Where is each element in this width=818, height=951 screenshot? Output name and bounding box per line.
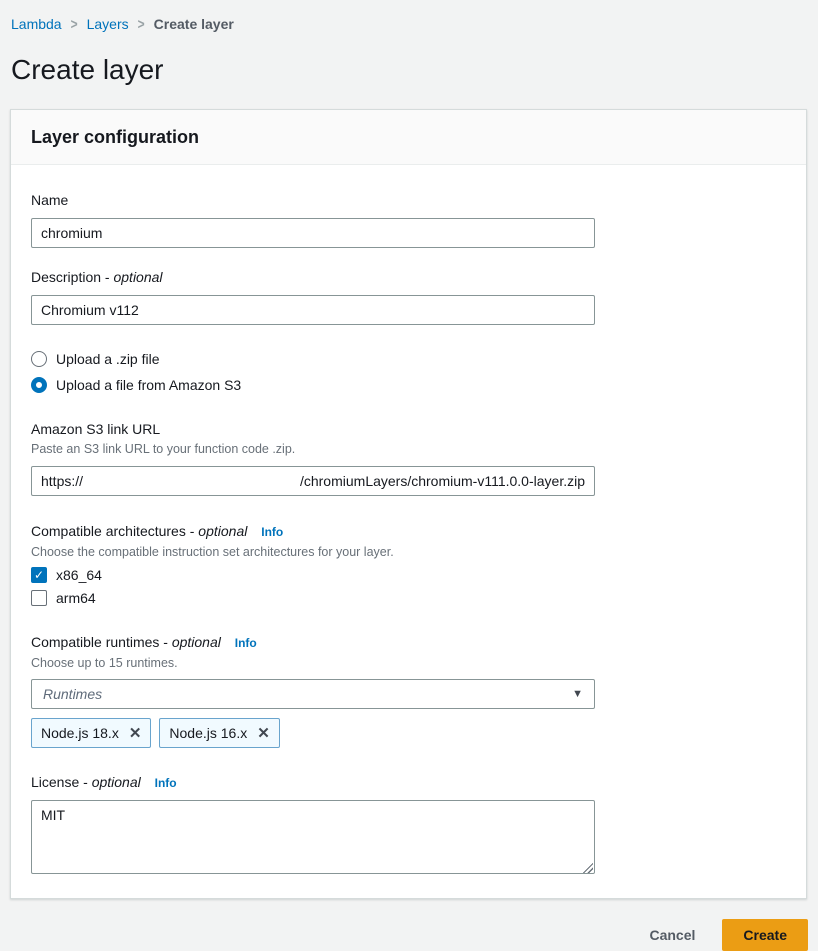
layer-configuration-panel: Layer configuration Name Description - o… bbox=[10, 109, 807, 899]
name-field: Name bbox=[31, 191, 786, 248]
breadcrumb-link-layers[interactable]: Layers bbox=[87, 16, 129, 32]
checkbox-option-x86-64[interactable]: ✓ x86_64 bbox=[31, 567, 786, 583]
license-optional-text: optional bbox=[92, 774, 141, 790]
runtimes-label: Compatible runtimes - optional Info bbox=[31, 633, 786, 652]
s3-url-suffix: /chromiumLayers/chromium-v111.0.0-layer.… bbox=[300, 473, 585, 489]
token-label: Node.js 18.x bbox=[41, 725, 119, 741]
breadcrumb: Lambda > Layers > Create layer bbox=[0, 0, 818, 32]
license-field: License - optional Info MIT bbox=[31, 773, 786, 877]
s3-url-help-text: Paste an S3 link URL to your function co… bbox=[31, 441, 786, 457]
resize-handle-icon[interactable] bbox=[583, 863, 593, 873]
architectures-field: Compatible architectures - optional Info… bbox=[31, 522, 786, 606]
runtimes-field: Compatible runtimes - optional Info Choo… bbox=[31, 633, 786, 748]
breadcrumb-link-lambda[interactable]: Lambda bbox=[11, 16, 62, 32]
page-title: Create layer bbox=[11, 53, 818, 87]
breadcrumb-separator-icon: > bbox=[71, 16, 78, 33]
s3-url-input[interactable]: https:// /chromiumLayers/chromium-v111.0… bbox=[31, 466, 595, 496]
token-label: Node.js 16.x bbox=[169, 725, 247, 741]
cancel-button[interactable]: Cancel bbox=[649, 927, 695, 943]
chevron-down-icon: ▼ bbox=[572, 688, 583, 700]
name-label: Name bbox=[31, 191, 786, 209]
s3-url-label: Amazon S3 link URL bbox=[31, 420, 786, 438]
description-label-text: Description - bbox=[31, 269, 110, 285]
checkbox-unchecked-icon[interactable] bbox=[31, 590, 47, 606]
breadcrumb-current: Create layer bbox=[154, 16, 234, 32]
token-remove-icon[interactable]: ✕ bbox=[257, 726, 270, 741]
license-textarea-wrap: MIT bbox=[31, 800, 595, 877]
runtimes-label-text: Compatible runtimes - bbox=[31, 634, 168, 650]
checkbox-option-label[interactable]: arm64 bbox=[56, 590, 96, 606]
radio-button-icon[interactable] bbox=[31, 351, 47, 367]
radio-option-upload-zip[interactable]: Upload a .zip file bbox=[31, 351, 786, 367]
description-label: Description - optional bbox=[31, 268, 786, 286]
architectures-label: Compatible architectures - optional Info bbox=[31, 522, 786, 541]
panel-body: Name Description - optional Upload a .zi… bbox=[11, 165, 806, 898]
panel-title: Layer configuration bbox=[31, 127, 786, 148]
license-label-text: License - bbox=[31, 774, 88, 790]
s3-url-prefix: https:// bbox=[41, 473, 83, 489]
runtimes-optional-text: optional bbox=[172, 634, 221, 650]
token-remove-icon[interactable]: ✕ bbox=[129, 726, 142, 741]
checkbox-checked-icon[interactable]: ✓ bbox=[31, 567, 47, 583]
architectures-label-text: Compatible architectures - bbox=[31, 523, 194, 539]
runtimes-help-text: Choose up to 15 runtimes. bbox=[31, 655, 786, 671]
architectures-help-text: Choose the compatible instruction set ar… bbox=[31, 544, 786, 560]
description-input[interactable] bbox=[31, 295, 595, 325]
create-button[interactable]: Create bbox=[722, 919, 808, 951]
upload-source-radio-group: Upload a .zip file Upload a file from Am… bbox=[31, 351, 786, 393]
form-actions: Cancel Create bbox=[10, 919, 808, 951]
description-field: Description - optional bbox=[31, 268, 786, 325]
license-label: License - optional Info bbox=[31, 773, 786, 792]
checkbox-option-arm64[interactable]: arm64 bbox=[31, 590, 786, 606]
radio-option-upload-s3[interactable]: Upload a file from Amazon S3 bbox=[31, 377, 786, 393]
runtimes-token-list: Node.js 18.x ✕ Node.js 16.x ✕ bbox=[31, 718, 786, 748]
runtimes-info-link[interactable]: Info bbox=[235, 636, 257, 650]
breadcrumb-separator-icon: > bbox=[138, 16, 145, 33]
s3-url-field: Amazon S3 link URL Paste an S3 link URL … bbox=[31, 420, 786, 496]
license-textarea[interactable]: MIT bbox=[31, 800, 595, 874]
checkbox-option-label[interactable]: x86_64 bbox=[56, 567, 102, 583]
architectures-checkbox-group: ✓ x86_64 arm64 bbox=[31, 567, 786, 606]
runtime-token-nodejs-16: Node.js 16.x ✕ bbox=[159, 718, 279, 748]
panel-header: Layer configuration bbox=[11, 110, 806, 165]
radio-button-selected-icon[interactable] bbox=[31, 377, 47, 393]
architectures-optional-text: optional bbox=[198, 523, 247, 539]
name-input[interactable] bbox=[31, 218, 595, 248]
license-info-link[interactable]: Info bbox=[155, 776, 177, 790]
description-optional-text: optional bbox=[113, 269, 162, 285]
runtime-token-nodejs-18: Node.js 18.x ✕ bbox=[31, 718, 151, 748]
radio-option-label[interactable]: Upload a .zip file bbox=[56, 351, 160, 367]
radio-option-label[interactable]: Upload a file from Amazon S3 bbox=[56, 377, 241, 393]
architectures-info-link[interactable]: Info bbox=[261, 525, 283, 539]
runtimes-select[interactable]: Runtimes ▼ bbox=[31, 679, 595, 709]
runtimes-select-placeholder: Runtimes bbox=[43, 686, 102, 702]
